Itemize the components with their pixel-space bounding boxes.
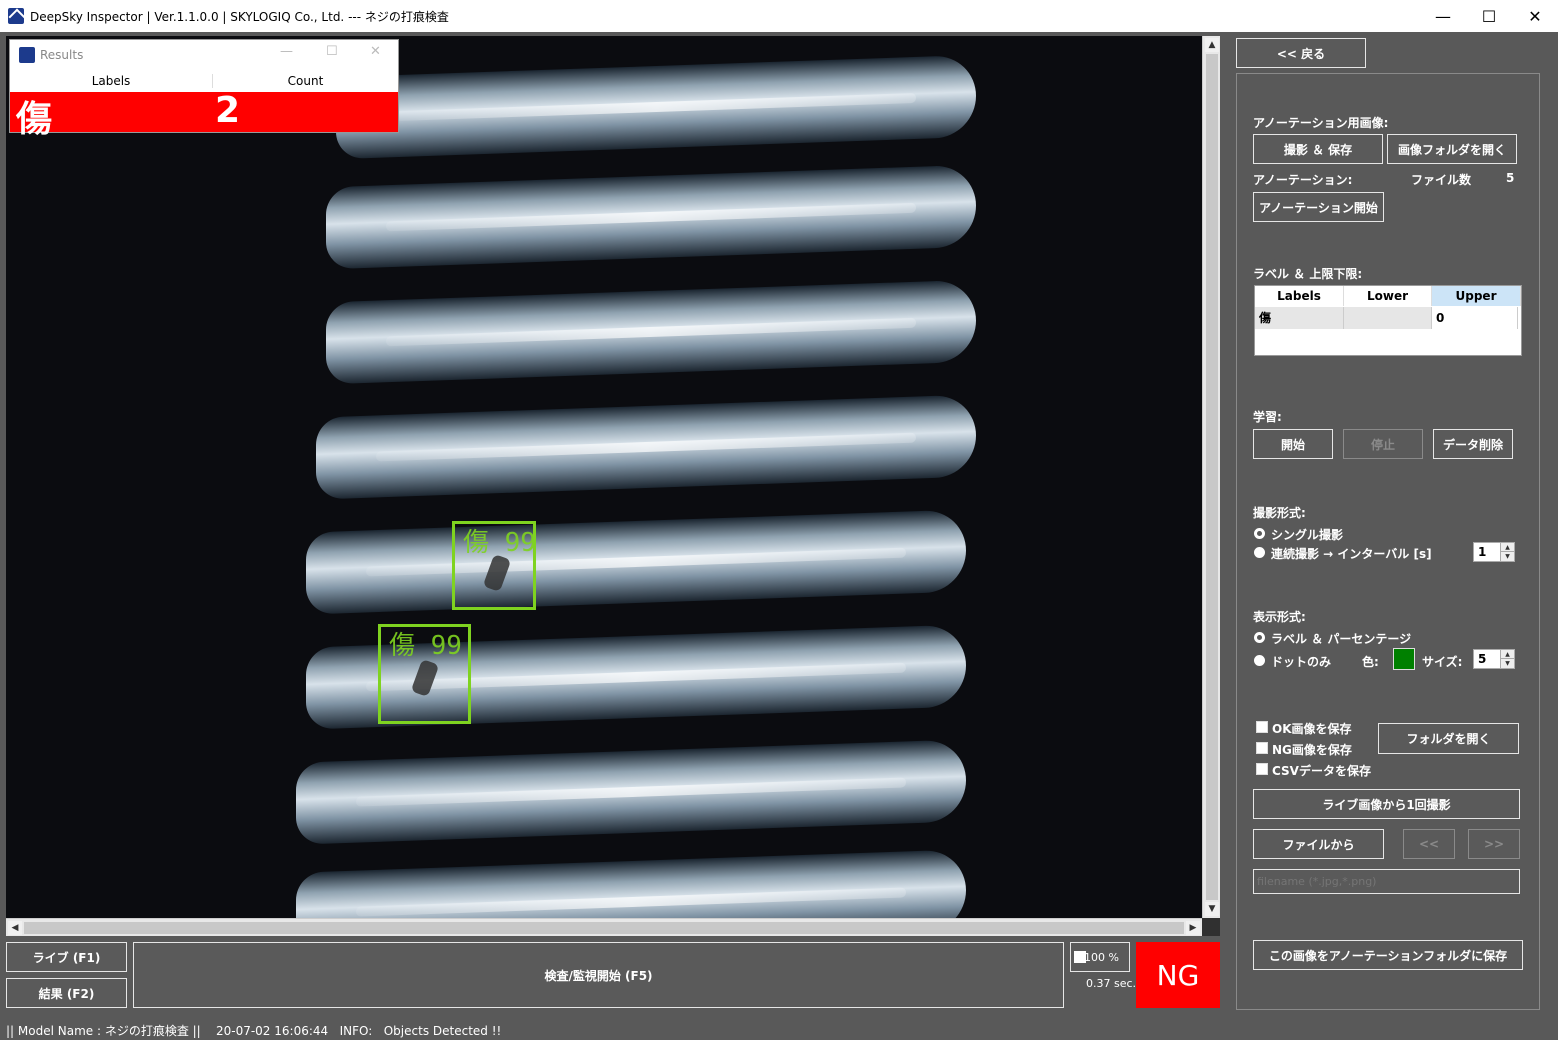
col-labels: Labels <box>91 74 131 88</box>
maximize-icon[interactable]: ☐ <box>326 44 338 59</box>
prev-image-button[interactable]: << <box>1403 829 1455 859</box>
continuous-capture-label: 連続撮影 → インターバル [s] <box>1271 547 1432 561</box>
annotation-start-button[interactable]: アノーテーション開始 <box>1253 192 1384 222</box>
close-button[interactable]: ✕ <box>1512 0 1558 32</box>
capture-mode-label: 撮影形式: <box>1253 506 1306 520</box>
close-icon[interactable]: ✕ <box>370 44 381 59</box>
single-capture-radio[interactable] <box>1254 528 1265 539</box>
stepper-down-icon[interactable]: ▼ <box>1500 659 1514 668</box>
save-ok-label: OK画像を保存 <box>1272 722 1352 736</box>
detection-box: 傷 99 <box>452 521 536 610</box>
grid-cell-lower[interactable] <box>1344 307 1432 329</box>
capture-save-button[interactable]: 撮影 ＆ 保存 <box>1253 134 1383 164</box>
status-bar: || Model Name : ネジの打痕検査 || 20-07-02 16:0… <box>0 1018 1558 1040</box>
col-count: Count <box>212 74 398 88</box>
size-stepper[interactable]: 5 ▲ ▼ <box>1473 649 1515 669</box>
grid-header-labels: Labels <box>1255 286 1344 306</box>
stepper-down-icon[interactable]: ▼ <box>1500 552 1514 561</box>
next-image-button[interactable]: >> <box>1468 829 1520 859</box>
capture-once-button[interactable]: ライブ画像から1回撮影 <box>1253 789 1520 819</box>
single-capture-label: シングル撮影 <box>1271 528 1344 542</box>
zoom-toggle[interactable]: 100 % <box>1070 942 1130 972</box>
status-text: || Model Name : ネジの打痕検査 || 20-07-02 16:0… <box>6 1024 502 1038</box>
grid-header-upper: Upper <box>1432 286 1521 306</box>
app-icon <box>8 8 24 24</box>
horizontal-scrollbar[interactable]: ◀ ▶ <box>6 918 1202 936</box>
size-value: 5 <box>1478 652 1487 666</box>
save-ng-label: NG画像を保存 <box>1272 743 1352 757</box>
results-title-bar[interactable]: Results — ☐ ✕ <box>10 40 398 70</box>
color-label: 色: <box>1362 655 1379 669</box>
result-count: 2 <box>215 90 241 131</box>
inspection-time: 0.37 sec. <box>1086 977 1137 990</box>
scroll-down-icon[interactable]: ▼ <box>1205 902 1219 916</box>
zoom-label: 100 % <box>1084 950 1119 964</box>
live-button[interactable]: ライブ (F1) <box>6 942 127 972</box>
results-window[interactable]: Results — ☐ ✕ Labels Count 傷 2 <box>9 39 399 140</box>
app-icon <box>19 47 35 63</box>
results-row: 傷 2 <box>10 90 398 140</box>
save-csv-label: CSVデータを保存 <box>1272 764 1371 778</box>
save-csv-checkbox[interactable] <box>1256 763 1268 775</box>
maximize-button[interactable]: ☐ <box>1466 0 1512 32</box>
display-mode-label: 表示形式: <box>1253 610 1306 624</box>
result-indicator: NG <box>1136 942 1220 1008</box>
dots-only-radio[interactable] <box>1254 655 1265 666</box>
inspection-image: 傷 99 傷 99 <box>6 36 1202 918</box>
file-count-label: ファイル数 <box>1411 173 1472 187</box>
delete-data-button[interactable]: データ削除 <box>1433 429 1513 459</box>
save-to-annotation-button[interactable]: この画像をアノーテーションフォルダに保存 <box>1253 940 1523 970</box>
open-image-folder-button[interactable]: 画像フォルダを開く <box>1387 134 1517 164</box>
from-file-button[interactable]: ファイルから <box>1253 829 1384 859</box>
window-title: DeepSky Inspector | Ver.1.1.0.0 | SKYLOG… <box>30 10 449 24</box>
label-limits-label: ラベル ＆ 上限下限: <box>1253 267 1363 281</box>
scroll-left-icon[interactable]: ◀ <box>8 921 22 935</box>
title-bar: DeepSky Inspector | Ver.1.1.0.0 | SKYLOG… <box>0 0 1558 32</box>
filename-input[interactable] <box>1253 869 1520 894</box>
annotation-image-label: アノーテーション用画像: <box>1253 116 1389 130</box>
results-header: Labels Count <box>10 72 398 92</box>
zoom-checkbox[interactable] <box>1074 951 1086 963</box>
stepper-up-icon[interactable]: ▲ <box>1500 650 1514 659</box>
continuous-capture-radio[interactable] <box>1254 547 1265 558</box>
scroll-right-icon[interactable]: ▶ <box>1186 921 1200 935</box>
minimize-button[interactable]: — <box>1420 0 1466 32</box>
save-ng-checkbox[interactable] <box>1256 742 1268 754</box>
result-label: 傷 <box>16 99 53 140</box>
open-folder-button[interactable]: フォルダを開く <box>1378 723 1519 754</box>
label-percentage-radio[interactable] <box>1254 632 1265 643</box>
learning-label: 学習: <box>1253 410 1282 424</box>
detection-label: 傷 99 <box>463 528 536 558</box>
grid-cell-label[interactable]: 傷 <box>1255 307 1344 329</box>
result-button[interactable]: 結果 (F2) <box>6 978 127 1008</box>
scroll-up-icon[interactable]: ▲ <box>1205 38 1219 52</box>
learn-start-button[interactable]: 開始 <box>1253 429 1333 459</box>
image-viewer[interactable]: 傷 99 傷 99 ▲ ▼ ◀ ▶ <box>6 36 1220 936</box>
stepper-up-icon[interactable]: ▲ <box>1500 543 1514 552</box>
scroll-thumb[interactable] <box>24 922 1184 934</box>
annotation-label: アノーテーション: <box>1253 173 1353 187</box>
save-ok-checkbox[interactable] <box>1256 721 1268 733</box>
label-limits-grid[interactable]: Labels Lower Upper 傷 0 <box>1254 285 1522 356</box>
learn-stop-button[interactable]: 停止 <box>1343 429 1423 459</box>
label-percentage-label: ラベル ＆ パーセンテージ <box>1271 632 1412 646</box>
grid-header-lower: Lower <box>1344 286 1432 306</box>
back-button[interactable]: << 戻る <box>1236 38 1366 68</box>
interval-stepper[interactable]: 1 ▲ ▼ <box>1473 542 1515 562</box>
color-picker[interactable] <box>1393 648 1415 670</box>
vertical-scrollbar[interactable]: ▲ ▼ <box>1202 36 1220 918</box>
detection-box: 傷 99 <box>378 624 471 724</box>
results-title: Results <box>40 48 84 62</box>
grid-cell-upper[interactable]: 0 <box>1432 307 1518 329</box>
interval-value: 1 <box>1478 545 1487 559</box>
size-label: サイズ: <box>1422 655 1463 669</box>
minimize-icon[interactable]: — <box>280 44 293 59</box>
dots-only-label: ドットのみ <box>1271 655 1332 669</box>
detection-label: 傷 99 <box>389 631 462 661</box>
screw-image <box>296 36 976 918</box>
scroll-thumb[interactable] <box>1206 54 1218 900</box>
file-count-value: 5 <box>1506 171 1515 185</box>
inspect-start-button[interactable]: 検査/監視開始 (F5) <box>133 942 1064 1008</box>
